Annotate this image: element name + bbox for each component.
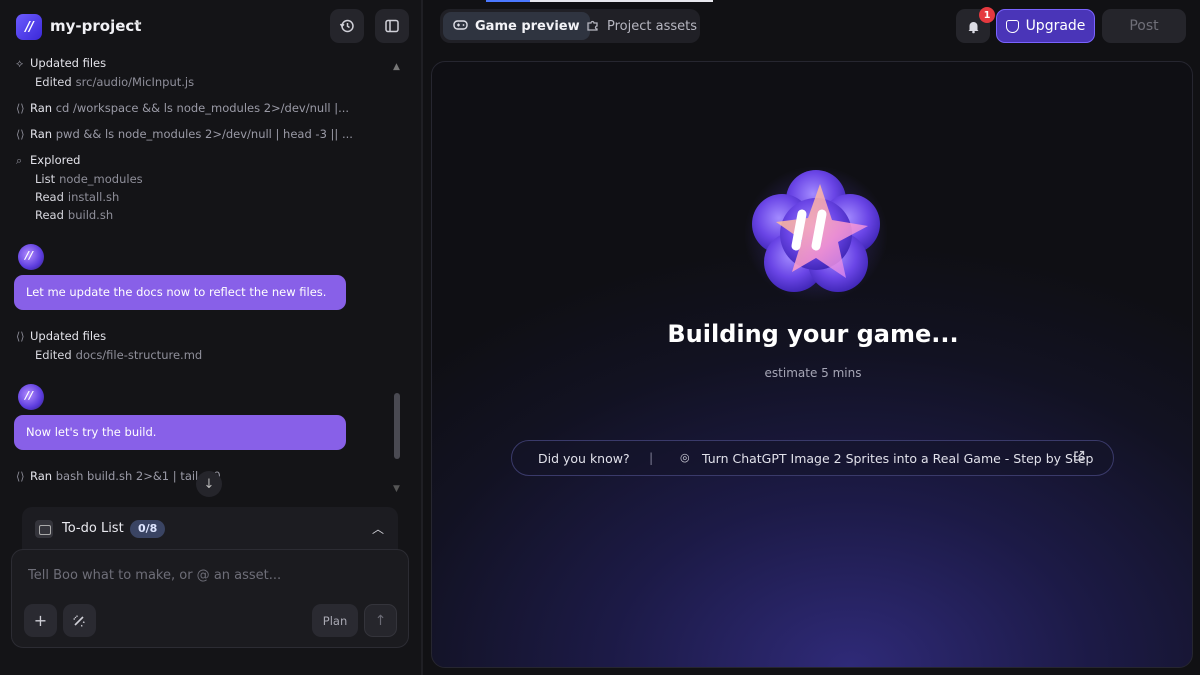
assistant-avatar: // <box>18 244 44 270</box>
shield-icon <box>1005 19 1019 33</box>
code-icon: ⟨⟩ <box>16 330 25 343</box>
building-title: Building your game... <box>667 320 959 348</box>
log-explored-item: Read build.sh <box>35 208 114 222</box>
plan-button[interactable]: Plan <box>312 604 358 637</box>
tab-label: Game preview <box>475 18 580 34</box>
sidebar-icon <box>385 19 399 33</box>
build-estimate: estimate 5 mins <box>764 366 862 380</box>
boo-logo-icon <box>742 162 890 302</box>
chat-panel: // my-project ⌄ ⟡ Updated files Edited src… <box>0 0 421 675</box>
assistant-message-1: Let me update the docs now to reflect th… <box>14 275 346 310</box>
post-button[interactable]: Post <box>1102 9 1186 43</box>
search-icon: ⌕ <box>16 154 23 167</box>
preview-panel: Game preview Project assets 1 Upgrade Po… <box>423 0 1200 675</box>
todo-count-badge: 0/8 <box>130 520 166 538</box>
external-link-icon[interactable] <box>1073 450 1085 465</box>
history-button[interactable] <box>330 9 364 43</box>
chevron-down-icon[interactable]: ⌄ <box>133 14 144 29</box>
log-explored-item: List node_modules <box>35 172 143 186</box>
bot-icon: ◎ <box>680 451 690 464</box>
log-ran-3[interactable]: ⟨⟩ Ran bash build.sh 2>&1 | tail -40 <box>16 469 221 483</box>
view-tabs: Game preview Project assets <box>440 9 700 43</box>
activity-log[interactable]: ⟡ Updated files Edited src/audio/MicInput.… <box>0 50 405 502</box>
log-edited-1: Edited src/audio/MicInput.js <box>35 75 195 89</box>
log-updated-files-1: ⟡ Updated files <box>16 56 107 70</box>
magic-wand-icon <box>73 615 85 627</box>
game-preview-stage: Building your game... estimate 5 mins Di… <box>431 61 1193 668</box>
scrollbar-thumb[interactable] <box>394 393 400 459</box>
todo-list-header[interactable]: To-do List 0/8 ︿ <box>22 507 398 551</box>
prompt-input[interactable] <box>28 568 388 583</box>
log-ran-1[interactable]: ⟨⟩ Ran cd /workspace && ls node_modules 2… <box>16 101 349 115</box>
bell-icon <box>968 21 978 33</box>
upgrade-label: Upgrade <box>1025 18 1086 34</box>
code-icon: ⟨⟩ <box>16 470 25 483</box>
tab-game-preview[interactable]: Game preview <box>443 12 590 40</box>
send-button[interactable]: ↑ <box>364 604 397 637</box>
project-name[interactable]: my-project <box>50 17 141 35</box>
history-icon <box>339 19 354 33</box>
chevron-up-icon[interactable]: ︿ <box>372 520 384 537</box>
scroll-down-arrow-icon[interactable]: ▼ <box>393 484 400 494</box>
magic-wand-button[interactable] <box>63 604 96 637</box>
gamepad-icon <box>453 19 468 34</box>
puzzle-icon <box>586 18 600 35</box>
tab-label: Project assets <box>607 18 697 34</box>
notification-count-badge: 1 <box>979 7 995 23</box>
tip-banner[interactable]: Did you know? | ◎ Turn ChatGPT Image 2 S… <box>511 440 1114 476</box>
code-icon: ⟨⟩ <box>16 102 25 115</box>
logo-mark: // <box>25 19 33 35</box>
file-icon: ⟡ <box>16 57 24 70</box>
log-edited-2: Edited docs/file-structure.md <box>35 348 203 362</box>
todo-list-label: To-do List <box>62 521 124 536</box>
composer: + Plan ↑ <box>11 549 409 648</box>
code-icon: ⟨⟩ <box>16 128 25 141</box>
project-logo-icon[interactable]: // <box>16 14 42 40</box>
log-explored[interactable]: ⌕ Explored <box>16 153 80 168</box>
tab-project-assets[interactable]: Project assets <box>576 12 707 40</box>
assistant-avatar: // <box>18 384 44 410</box>
jump-to-bottom-button[interactable]: ↓ <box>196 471 222 497</box>
tip-separator: | <box>649 450 654 465</box>
top-progress-line <box>486 0 713 2</box>
log-explored-item: Read install.sh <box>35 190 120 204</box>
log-updated-files-2[interactable]: ⟨⟩ Updated files <box>16 329 106 343</box>
assistant-message-2: Now let's try the build. <box>14 415 346 450</box>
scroll-up-arrow-icon[interactable]: ▲ <box>393 62 400 72</box>
add-button[interactable]: + <box>24 604 57 637</box>
upgrade-button[interactable]: Upgrade <box>996 9 1095 43</box>
log-ran-2[interactable]: ⟨⟩ Ran pwd && ls node_modules 2>/dev/null… <box>16 127 353 141</box>
calendar-icon <box>35 520 53 538</box>
arrow-down-icon: ↓ <box>203 476 215 492</box>
tip-link-text[interactable]: Turn ChatGPT Image 2 Sprites into a Real… <box>702 451 1093 466</box>
tip-label: Did you know? <box>538 451 630 466</box>
toggle-sidebar-button[interactable] <box>375 9 409 43</box>
